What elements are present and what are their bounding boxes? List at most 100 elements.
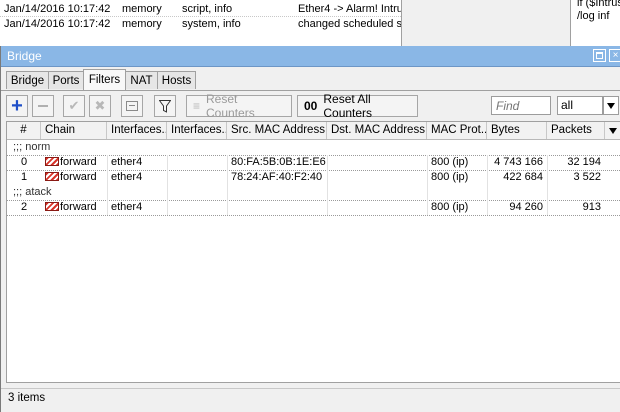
column-divider: [167, 155, 168, 215]
add-button[interactable]: +: [6, 95, 28, 117]
log-time: Jan/14/2016 10:17:42: [4, 3, 111, 15]
column-header-dst-mac[interactable]: Dst. MAC Address...: [327, 122, 427, 139]
log-row[interactable]: Jan/14/2016 10:17:42 memory system, info…: [0, 17, 401, 32]
rule-mac-protocol: 800 (ip): [431, 171, 469, 183]
rule-chain-label: forward: [60, 156, 97, 168]
script-line: if ($Intrus: [577, 0, 620, 9]
title-bar[interactable]: Bridge ×: [1, 46, 620, 67]
log-row[interactable]: Jan/14/2016 10:17:42 memory script, info…: [0, 2, 401, 17]
plus-icon: +: [11, 95, 23, 117]
column-header-src-mac[interactable]: Src. MAC Address...: [227, 122, 327, 139]
rule-bytes: 94 260: [509, 201, 543, 213]
column-menu-chevron-down-icon[interactable]: [605, 122, 620, 139]
column-divider: [227, 155, 228, 215]
disable-button[interactable]: ✖: [89, 95, 111, 117]
rule-dst-mac: [327, 170, 427, 185]
column-header-packets[interactable]: Packets: [547, 122, 605, 139]
script-panel: if ($Intrus /log inf: [570, 0, 620, 46]
table-row[interactable]: 1 forward ether4 78:24:AF:40:F2:40 800 (…: [7, 170, 620, 185]
close-button[interactable]: ×: [609, 49, 620, 62]
tab-ports[interactable]: Ports: [48, 71, 84, 89]
status-divider: [1, 388, 620, 389]
rule-in-interface: ether4: [111, 201, 143, 213]
log-message: changed scheduled s: [298, 18, 402, 30]
rule-out-interface: [167, 200, 227, 215]
rule-out-interface: [167, 170, 227, 185]
column-divider: [427, 155, 428, 215]
rule-bytes: 422 684: [503, 171, 543, 183]
rule-chain: forward: [41, 200, 107, 215]
column-divider: [487, 155, 488, 215]
rule-dst-mac: [327, 155, 427, 170]
reset-counters-button[interactable]: ≡ Reset Counters: [186, 92, 292, 120]
column-header-in-interface[interactable]: Interfaces....: [107, 122, 167, 139]
column-divider: [547, 155, 548, 215]
log-buffer: memory: [122, 18, 162, 30]
reset-all-counters-button[interactable]: 00 Reset All Counters: [297, 92, 418, 120]
column-header-chain[interactable]: Chain: [41, 122, 107, 139]
rule-chain-label: forward: [60, 201, 97, 213]
tab-bridge[interactable]: Bridge: [6, 71, 49, 89]
maximize-button[interactable]: [593, 49, 606, 62]
log-topics: system, info: [182, 18, 241, 30]
script-line: /log inf: [577, 10, 610, 22]
rule-chain: forward: [41, 155, 107, 170]
tab-filters[interactable]: Filters: [83, 69, 126, 90]
column-divider: [107, 155, 108, 215]
column-header-bytes[interactable]: Bytes: [487, 122, 547, 139]
table-row[interactable]: 2 forward ether4 800 (ip) 94 260 913: [7, 200, 620, 215]
column-header-mac-protocol[interactable]: MAC Prot...: [427, 122, 487, 139]
rule-packets: 32 194: [567, 156, 601, 168]
log-time: Jan/14/2016 10:17:42: [4, 18, 111, 30]
background-gap: [402, 0, 570, 46]
rule-out-interface: [167, 155, 227, 170]
rule-src-mac: 80:FA:5B:0B:1E:E6: [231, 156, 326, 168]
rule-bytes: 4 743 166: [494, 156, 543, 168]
item-count: 3 items: [8, 392, 46, 404]
note-icon: [126, 101, 138, 111]
filter-button[interactable]: [154, 95, 176, 117]
filter-select[interactable]: all: [557, 96, 603, 115]
log-buffer: memory: [122, 3, 162, 15]
log-window: Jan/14/2016 10:17:42 memory script, info…: [0, 0, 402, 46]
column-divider: [327, 155, 328, 215]
comment-button[interactable]: [121, 95, 143, 117]
comment-row[interactable]: ;;; atack: [7, 185, 620, 200]
row-divider: [7, 215, 620, 216]
bridge-window: Bridge × Bridge Ports Filters NAT Hosts …: [0, 46, 620, 412]
reset-all-counters-label: Reset All Counters: [323, 92, 373, 120]
rule-packets: 3 522: [573, 171, 601, 183]
status-bar: 3 items: [1, 388, 620, 412]
tab-hosts[interactable]: Hosts: [157, 71, 196, 89]
rule-number: 2: [20, 201, 28, 213]
remove-button[interactable]: [32, 95, 54, 117]
rule-mac-protocol: 800 (ip): [431, 156, 469, 168]
rule-src-mac: [227, 200, 327, 215]
rule-mac-protocol: 800 (ip): [431, 201, 469, 213]
tab-nat[interactable]: NAT: [125, 71, 158, 89]
rule-chain-label: forward: [60, 171, 97, 183]
minus-icon: [38, 105, 48, 107]
rule-packets: 913: [582, 201, 601, 213]
rule-number: 0: [20, 156, 28, 168]
filter-rule-icon: [45, 202, 59, 211]
enable-button[interactable]: ✔: [63, 95, 85, 117]
window-title: Bridge: [7, 49, 42, 63]
x-icon: ✖: [94, 98, 106, 113]
rule-chain: forward: [41, 170, 107, 185]
find-input[interactable]: [491, 96, 551, 115]
rule-in-interface: ether4: [111, 171, 143, 183]
rule-number: 1: [20, 171, 28, 183]
column-header-out-interface[interactable]: Interfaces....: [167, 122, 227, 139]
reset-counters-label: Reset Counters: [206, 92, 255, 120]
filter-rules-table: # Chain Interfaces.... Interfaces.... Sr…: [6, 121, 620, 383]
table-row[interactable]: 0 forward ether4 80:FA:5B:0B:1E:E6 800 (…: [7, 155, 620, 170]
chevron-down-icon[interactable]: [603, 96, 619, 115]
rule-src-mac: 78:24:AF:40:F2:40: [231, 171, 323, 183]
check-icon: ✔: [68, 98, 80, 113]
reset-all-counters-icon: 00: [304, 99, 318, 113]
comment-row[interactable]: ;;; norm: [7, 140, 620, 155]
column-header-number[interactable]: #: [7, 122, 41, 139]
rule-comment: ;;; atack: [13, 186, 52, 198]
rule-dst-mac: [327, 200, 427, 215]
